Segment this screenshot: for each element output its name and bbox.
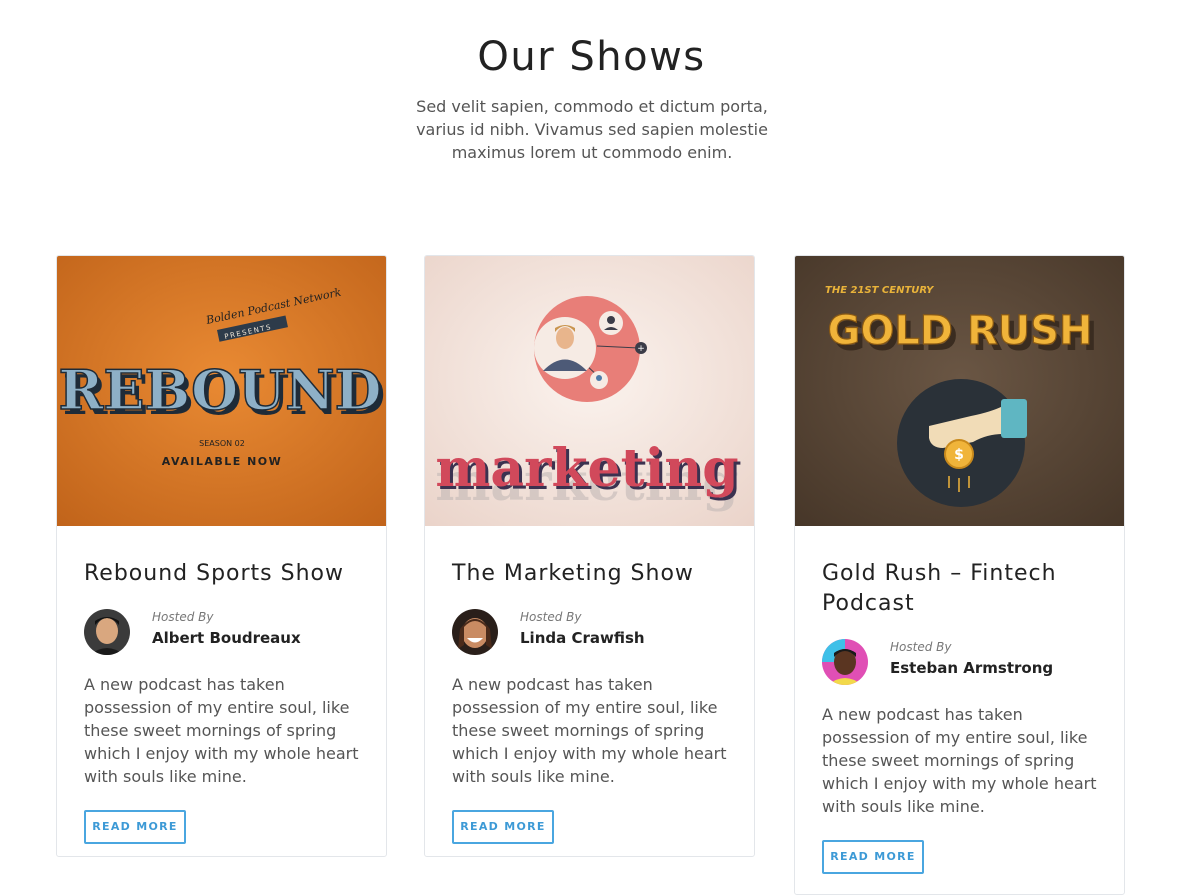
card-body: The Marketing Show Hosted By Linda Crawf… bbox=[452, 526, 732, 844]
read-more-button[interactable]: READ MORE bbox=[452, 810, 554, 844]
cover-headline-text: GOLD RUSH bbox=[827, 308, 1092, 354]
read-more-button[interactable]: READ MORE bbox=[84, 810, 186, 844]
show-card-marketing: + marketing marketing marketing The Mark… bbox=[424, 255, 755, 857]
hosted-by-label: Hosted By bbox=[152, 610, 214, 624]
svg-text:+: + bbox=[637, 344, 645, 354]
card-body: Rebound Sports Show Hosted By Albert Bou… bbox=[84, 526, 364, 844]
cover-image-gold-rush[interactable]: THE 21ST CENTURY GOLD RUSH GOLD RUSH $ bbox=[795, 256, 1125, 526]
section-subtitle: Sed velit sapien, commodo et dictum port… bbox=[416, 97, 768, 162]
show-title[interactable]: Gold Rush – Fintech Podcast bbox=[822, 559, 1102, 619]
cover-kicker-text: THE 21ST CENTURY bbox=[825, 285, 935, 296]
host-avatar bbox=[84, 609, 130, 655]
host-name[interactable]: Albert Boudreaux bbox=[152, 629, 301, 647]
show-description: A new podcast has taken possession of my… bbox=[84, 675, 359, 786]
host-info: Hosted By Linda Crawfish bbox=[452, 609, 732, 655]
host-name[interactable]: Esteban Armstrong bbox=[890, 659, 1053, 677]
host-avatar bbox=[452, 609, 498, 655]
host-info: Hosted By Esteban Armstrong bbox=[822, 639, 1102, 685]
cover-headline-text: REBOUND bbox=[59, 358, 382, 422]
host-avatar bbox=[822, 639, 868, 685]
show-description: A new podcast has taken possession of my… bbox=[452, 675, 727, 786]
host-name[interactable]: Linda Crawfish bbox=[520, 629, 645, 647]
show-title[interactable]: Rebound Sports Show bbox=[84, 559, 364, 589]
cover-tagline-text: AVAILABLE NOW bbox=[162, 455, 283, 468]
card-body: Gold Rush – Fintech Podcast Hosted By Es… bbox=[822, 526, 1102, 874]
show-card-rebound: Bolden Podcast Network PRESENTS REBOUND … bbox=[56, 255, 387, 857]
svg-text:$: $ bbox=[954, 447, 964, 463]
cover-image-marketing[interactable]: + marketing marketing marketing bbox=[425, 256, 755, 526]
show-card-gold-rush: THE 21ST CENTURY GOLD RUSH GOLD RUSH $ G… bbox=[794, 255, 1125, 895]
show-description: A new podcast has taken possession of my… bbox=[822, 705, 1097, 816]
cover-image-rebound[interactable]: Bolden Podcast Network PRESENTS REBOUND … bbox=[57, 256, 387, 526]
hosted-by-label: Hosted By bbox=[520, 610, 582, 624]
cover-season-text: SEASON 02 bbox=[199, 439, 245, 448]
section-title: Our Shows bbox=[477, 34, 706, 80]
read-more-button[interactable]: READ MORE bbox=[822, 840, 924, 874]
host-info: Hosted By Albert Boudreaux bbox=[84, 609, 364, 655]
cover-headline-text: marketing bbox=[435, 438, 738, 499]
show-title[interactable]: The Marketing Show bbox=[452, 559, 732, 589]
hosted-by-label: Hosted By bbox=[890, 640, 952, 654]
